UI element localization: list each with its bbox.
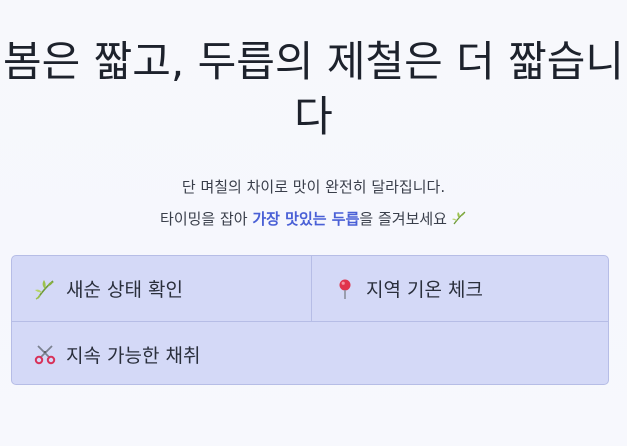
- feature-item-sustainable-harvest: 지속 가능한 채취: [12, 322, 608, 384]
- herb-icon: [451, 210, 467, 230]
- subtitle-highlight: 가장 맛있는 두릅: [252, 210, 360, 228]
- page-title: 봄은 짧고, 두릅의 제철은 더 짧습니다: [2, 37, 625, 141]
- pushpin-icon: [334, 278, 356, 300]
- feature-item-temperature-check: 지역 기온 체크: [312, 256, 608, 322]
- subtitle-prefix: 타이밍을 잡아: [160, 210, 253, 228]
- subtitle-line-1: 단 며칠의 차이로 맛이 완전히 달라집니다.: [181, 178, 446, 196]
- feature-label: 새순 상태 확인: [66, 279, 183, 301]
- feature-item-sprout-check: 새순 상태 확인: [12, 256, 312, 322]
- scissors-icon: [34, 343, 56, 365]
- feature-label: 지역 기온 체크: [366, 279, 483, 301]
- subtitle-suffix: 을 즐겨보세요: [359, 210, 447, 228]
- subtitle-line-2: 타이밍을 잡아 가장 맛있는 두릅을 즐겨보세요: [0, 208, 627, 230]
- feature-grid: 새순 상태 확인 지역 기온 체크 지속 가능한 채취: [11, 255, 609, 385]
- herb-icon: [34, 278, 56, 300]
- feature-label: 지속 가능한 채취: [66, 344, 201, 367]
